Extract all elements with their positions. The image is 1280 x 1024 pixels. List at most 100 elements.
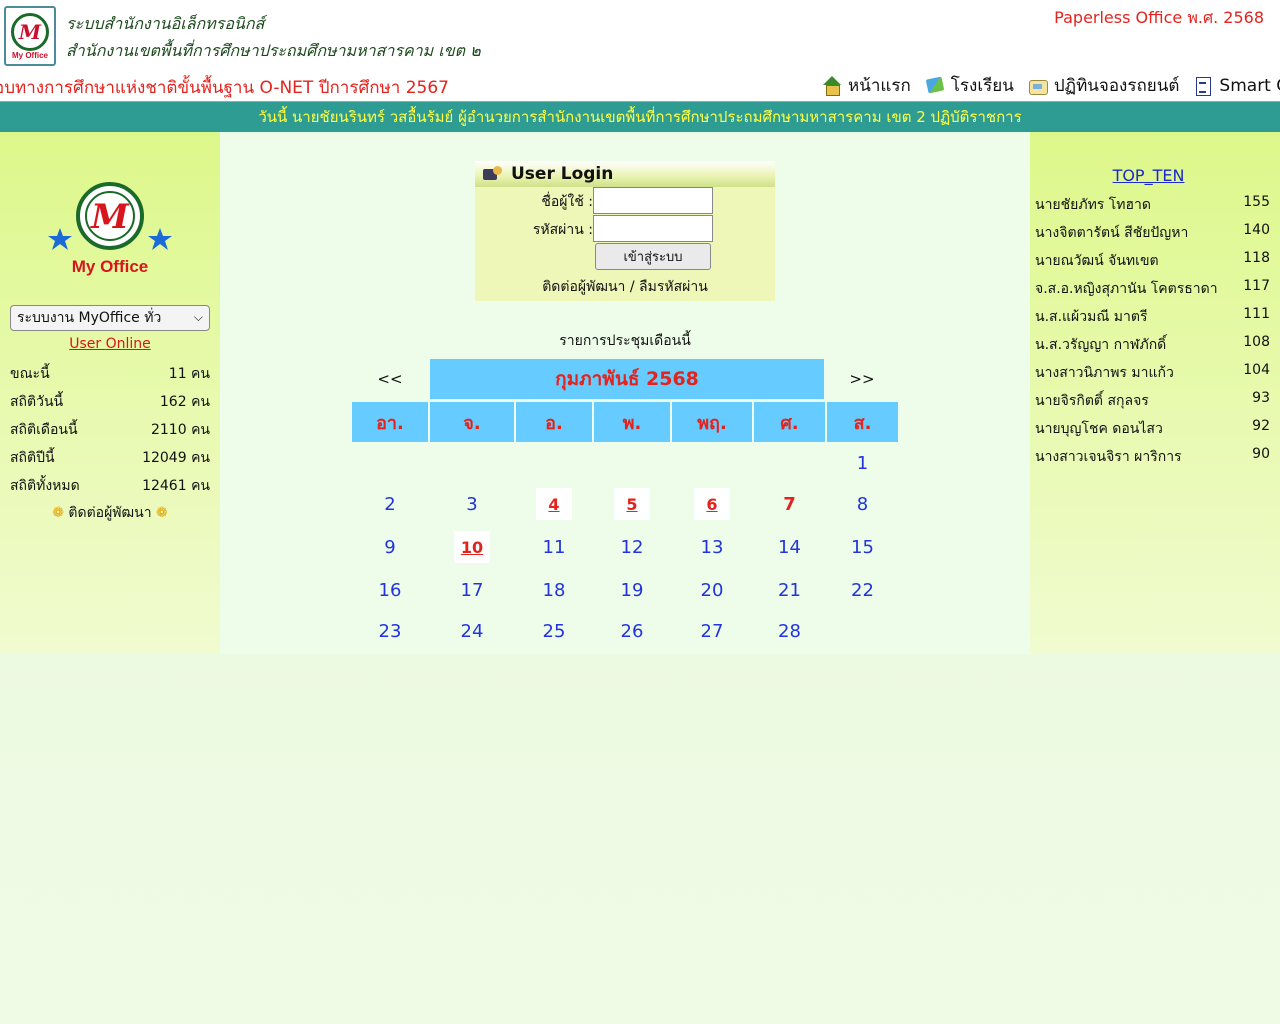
calendar-prev-button[interactable]: << [352,359,428,399]
meetings-section-title: รายการประชุมเดือนนี้ [559,333,691,349]
stat-value: 2110 คน [150,422,210,438]
calendar-day: 1 [856,452,869,474]
top-ten-name: นางสาวเจนจิรา ผาริการ [1035,449,1182,465]
calendar-month-label: กุมภาพันธ์ 2568 [430,359,824,399]
nav-car-booking[interactable]: ปฏิทินจองรถยนต์ [1028,72,1179,99]
top-ten-row: นางจิตตารัตน์ สีชัยปัญหา 140 [1035,222,1270,244]
username-label: ชื่อผู้ใช้ : [541,194,593,210]
weekday-header: อา. [352,402,428,442]
svg-text:M: M [90,197,130,237]
home-icon [822,75,842,96]
calendar-day-meeting[interactable]: 10 [454,531,490,563]
top-ten-name: จ.ส.อ.หญิงสุภานัน โคตรธาดา [1035,281,1218,297]
myoffice-system-select[interactable]: ระบบงาน MyOffice ทั่ว ⌵ [10,305,210,331]
nav-home-label: หน้าแรก [848,76,911,96]
top-ten-row: น.ส.วรัญญา กาฬภักดิ์ 108 [1035,334,1270,356]
calendar-day: 24 [460,620,484,642]
chevron-down-icon: ⌵ [193,310,203,324]
calendar-day: 25 [542,620,566,642]
top-ten-row: นางสาวนิภาพร มาแก้ว 104 [1035,362,1270,384]
users-icon [483,166,505,182]
calendar-day-meeting[interactable]: 4 [536,488,572,520]
password-label: รหัสผ่าน : [532,222,593,238]
calendar-day: 22 [851,579,874,601]
top-ten-name: นายชัยภัทร โทฮาด [1035,197,1152,213]
top-ten-row: จ.ส.อ.หญิงสุภานัน โคตรธาดา 117 [1035,278,1270,300]
stat-label: สถิติวันนี้ [10,394,64,410]
brand-label: Paperless Office พ.ศ. 2568 [1054,8,1264,27]
top-ten-count: 90 [1252,446,1270,462]
top-ten-count: 118 [1243,250,1270,266]
login-title: User Login [511,164,614,184]
top-ten-count: 108 [1243,334,1270,350]
announcement-text: วันนี้ นายชัยนรินทร์ วสอื้นรัมย์ ผู้อำนว… [258,108,1022,126]
calendar-day: 17 [460,579,484,601]
nav-school[interactable]: โรงเรียน [925,72,1014,99]
system-title: ระบบสำนักงานอิเล็กทรอนิกส์ [66,14,265,33]
weekday-header: พฤ. [672,402,752,442]
system-subtitle: สำนักงานเขตพื้นที่การศึกษาประถมศึกษามหาส… [66,41,481,60]
top-ten-title[interactable]: TOP_TEN [1030,166,1267,185]
top-ten-count: 140 [1243,222,1270,238]
calendar-day: 14 [778,536,801,558]
calendar-day: 11 [542,536,566,558]
top-ten-row: น.ส.แผ้วมณี มาตรี 111 [1035,306,1270,328]
weekday-header: อ. [516,402,592,442]
calendar-day: 23 [378,620,402,642]
nav-school-label: โรงเรียน [950,76,1014,96]
announcement-bar: วันนี้ นายชัยนรินทร์ วสอื้นรัมย์ ผู้อำนว… [0,102,1280,132]
top-ten-count: 117 [1243,278,1270,294]
calendar-day: 21 [778,579,801,601]
flower-icon: ❁ [156,505,168,521]
top-ten-row: นายบุญโชค ดอนไสว 92 [1035,418,1270,440]
select-value: ระบบงาน MyOffice ทั่ว [17,310,162,326]
top-ten-name: นายณวัฒน์ จันทเขต [1035,253,1159,269]
calendar-day-meeting[interactable]: 5 [614,488,650,520]
top-ten-row: นายณวัฒน์ จันทเขต 118 [1035,250,1270,272]
login-header: User Login [475,161,775,187]
stat-value: 11 คน [168,366,210,382]
top-ten-count: 111 [1243,306,1270,322]
calendar-day: 9 [384,536,396,558]
emblem-caption: My Office [71,257,149,276]
top-ten-count: 92 [1252,418,1270,434]
stat-value: 162 คน [159,394,210,410]
top-ten-name: นางจิตตารัตน์ สีชัยปัญหา [1035,225,1189,241]
school-icon [925,76,945,96]
calendar-day: 3 [466,493,478,515]
weekday-header: จ. [430,402,514,442]
calendar-day: 20 [700,579,724,601]
top-ten-count: 155 [1243,194,1270,210]
calendar-next-button[interactable]: >> [826,359,898,399]
login-button[interactable]: เข้าสู่ระบบ [595,243,711,270]
myoffice-logo[interactable]: M My Office [4,6,56,66]
login-panel: User Login ชื่อผู้ใช้ : รหัสผ่าน : เข้าส… [475,161,775,301]
flower-icon: ❁ [52,505,64,521]
calendar-day: 15 [851,536,874,558]
stat-row: สถิติปีนี้ 12049 คน [10,447,210,469]
top-ten-name: น.ส.วรัญญา กาฬภักดิ์ [1035,337,1167,353]
stat-value: 12461 คน [142,478,210,494]
top-ten-row: นางสาวเจนจิรา ผาริการ 90 [1035,446,1270,468]
stat-label: ขณะนี้ [10,366,50,382]
main-content: User Login ชื่อผู้ใช้ : รหัสผ่าน : เข้าส… [220,132,1030,654]
calendar-day: 2 [384,493,396,515]
nav-home[interactable]: หน้าแรก [822,72,911,99]
logo-caption: My Office [11,50,48,60]
user-online-link[interactable]: User Online [0,336,220,352]
contact-developer-link[interactable]: ❁ ติดต่อผู้พัฒนา ❁ [0,502,220,524]
password-input[interactable] [593,215,713,242]
username-input[interactable] [593,187,713,214]
news-marquee[interactable]: อบทางการศึกษาแห่งชาติขั้นพื้นฐาน O-NET ป… [0,74,449,101]
top-ten-name: นางสาวนิภาพร มาแก้ว [1035,365,1174,381]
document-icon [1193,76,1213,96]
calendar-day: 7 [783,493,796,515]
nav-smart-obec[interactable]: Smart Obec [1193,76,1280,96]
calendar-day: 27 [700,620,724,642]
top-ten-count: 104 [1243,362,1270,378]
top-nav: หน้าแรก โรงเรียน ปฏิทินจองรถยนต์ Smart O… [822,72,1280,99]
login-footer-links[interactable]: ติดต่อผู้พัฒนา / ลืมรหัสผ่าน [475,276,775,298]
calendar-day-meeting[interactable]: 6 [694,488,730,520]
top-ten-row: นายชัยภัทร โทฮาด 155 [1035,194,1270,216]
weekday-header: ศ. [754,402,825,442]
